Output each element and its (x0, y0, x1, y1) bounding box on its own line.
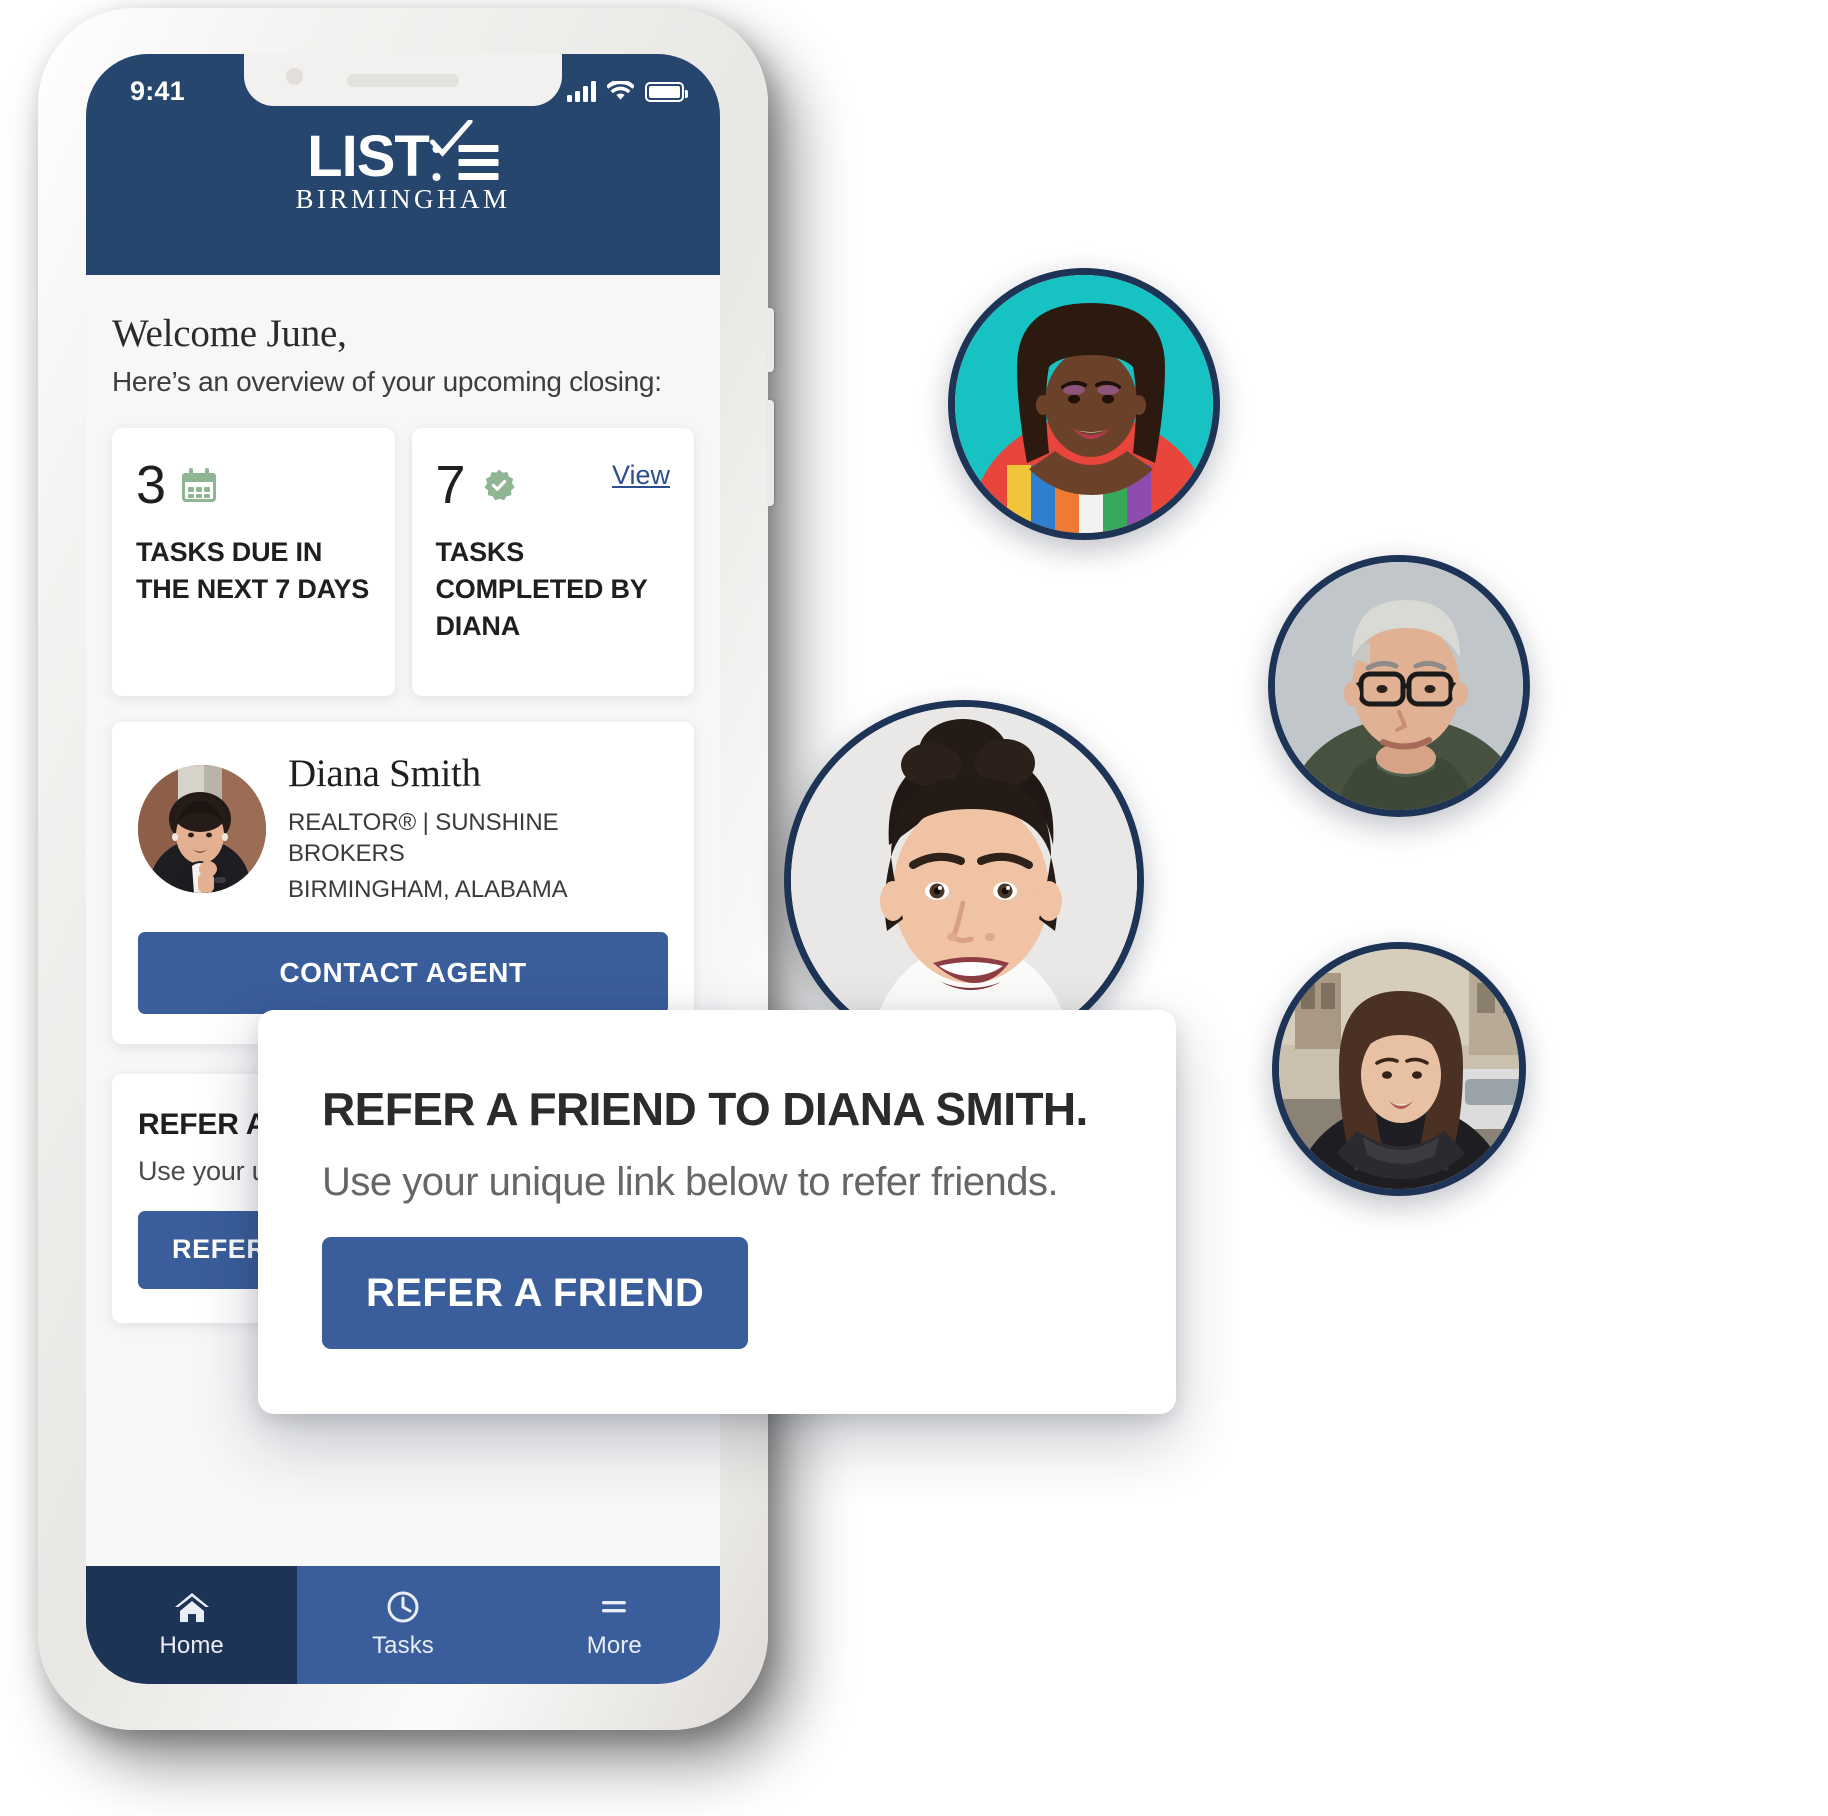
refer-a-friend-overlay-card: REFER A FRIEND TO DIANA SMITH. Use your … (258, 1010, 1176, 1414)
calendar-icon (182, 468, 217, 502)
center-agent-avatar[interactable] (784, 700, 1144, 1060)
agent-card: Diana Smith REALTOR® | SUNSHINE BROKERS … (112, 722, 694, 1044)
stat-card-tasks-due[interactable]: 3 TASKS DUE IN THE NEXT 7 DAYS (112, 428, 395, 696)
agent-info: Diana Smith REALTOR® | SUNSHINE BROKERS … (288, 752, 668, 906)
app-logo: LIST BIRMINGHAM (295, 120, 511, 215)
front-camera-icon (286, 68, 303, 85)
stat-label: TASKS DUE IN THE NEXT 7 DAYS (136, 537, 370, 604)
status-icons (567, 80, 688, 102)
agent-location-line: BIRMINGHAM, ALABAMA (288, 876, 568, 904)
phone-screen: 9:41 LIST BIRMINGHAM Welcome June, Here’… (86, 54, 720, 1684)
clock-icon (384, 1590, 422, 1624)
nav-item-home[interactable]: Home (86, 1566, 298, 1684)
contact-avatar-man-glasses[interactable] (1268, 555, 1530, 817)
nav-label-home: Home (159, 1632, 224, 1659)
stat-card-group: 3 TASKS DUE IN THE NEXT 7 DAYS View 7 TA… (112, 428, 694, 696)
agent-row: Diana Smith REALTOR® | SUNSHINE BROKERS … (138, 752, 668, 906)
status-time: 9:41 (130, 75, 185, 106)
screenshot-canvas: 9:41 LIST BIRMINGHAM Welcome June, Here’… (0, 0, 1828, 1816)
overlay-refer-a-friend-button[interactable]: REFER A FRIEND (322, 1237, 749, 1349)
stat-label: TASKS COMPLETED BY DIANA (435, 537, 648, 641)
phone-volume-button[interactable] (767, 308, 774, 372)
nav-label-more: More (586, 1632, 642, 1659)
stat-value: 7 (435, 455, 466, 515)
nav-label-tasks: Tasks (372, 1632, 434, 1659)
stat-card-top: 3 (136, 458, 371, 512)
page-title: Welcome June, (112, 312, 347, 355)
menu-icon (595, 1590, 633, 1624)
logo-subtitle: BIRMINGHAM (295, 184, 511, 214)
logo-word: LIST (307, 124, 430, 190)
phone-power-button[interactable] (767, 400, 774, 506)
phone-notch (244, 54, 562, 106)
contact-avatar-woman-street[interactable] (1272, 942, 1526, 1196)
home-icon (173, 1590, 211, 1624)
logo-wordmark-row: LIST (295, 120, 510, 190)
app-body: Welcome June, Here’s an overview of your… (86, 275, 720, 1684)
overlay-title: REFER A FRIEND TO DIANA SMITH. (322, 1083, 1088, 1135)
stat-card-tasks-completed[interactable]: View 7 TASKS COMPLETED BY DIANA (411, 428, 694, 696)
wifi-icon (607, 80, 634, 100)
earpiece-speaker (347, 73, 459, 87)
avatar (138, 764, 266, 893)
view-link[interactable]: View (612, 460, 670, 491)
phone-mockup: 9:41 LIST BIRMINGHAM Welcome June, Here’… (38, 8, 774, 1730)
stat-value: 3 (136, 455, 167, 515)
nav-item-more[interactable]: More (508, 1566, 720, 1684)
checklist-check-icon (430, 120, 499, 186)
verified-check-badge-icon (482, 468, 516, 502)
contact-avatar-woman-braids[interactable] (948, 268, 1220, 540)
bottom-navigation-bar: Home Tasks More (86, 1566, 720, 1684)
page-subtitle: Here’s an overview of your upcoming clos… (112, 366, 662, 397)
nav-item-tasks[interactable]: Tasks (297, 1566, 509, 1684)
overlay-subtitle: Use your unique link below to refer frie… (322, 1160, 1059, 1204)
contact-agent-button[interactable]: CONTACT AGENT (138, 931, 668, 1014)
cellular-signal-icon (567, 80, 596, 102)
agent-title-line: REALTOR® | SUNSHINE BROKERS (288, 808, 559, 868)
agent-name: Diana Smith (288, 752, 481, 795)
battery-full-icon (645, 81, 688, 102)
check-mark (430, 120, 473, 157)
